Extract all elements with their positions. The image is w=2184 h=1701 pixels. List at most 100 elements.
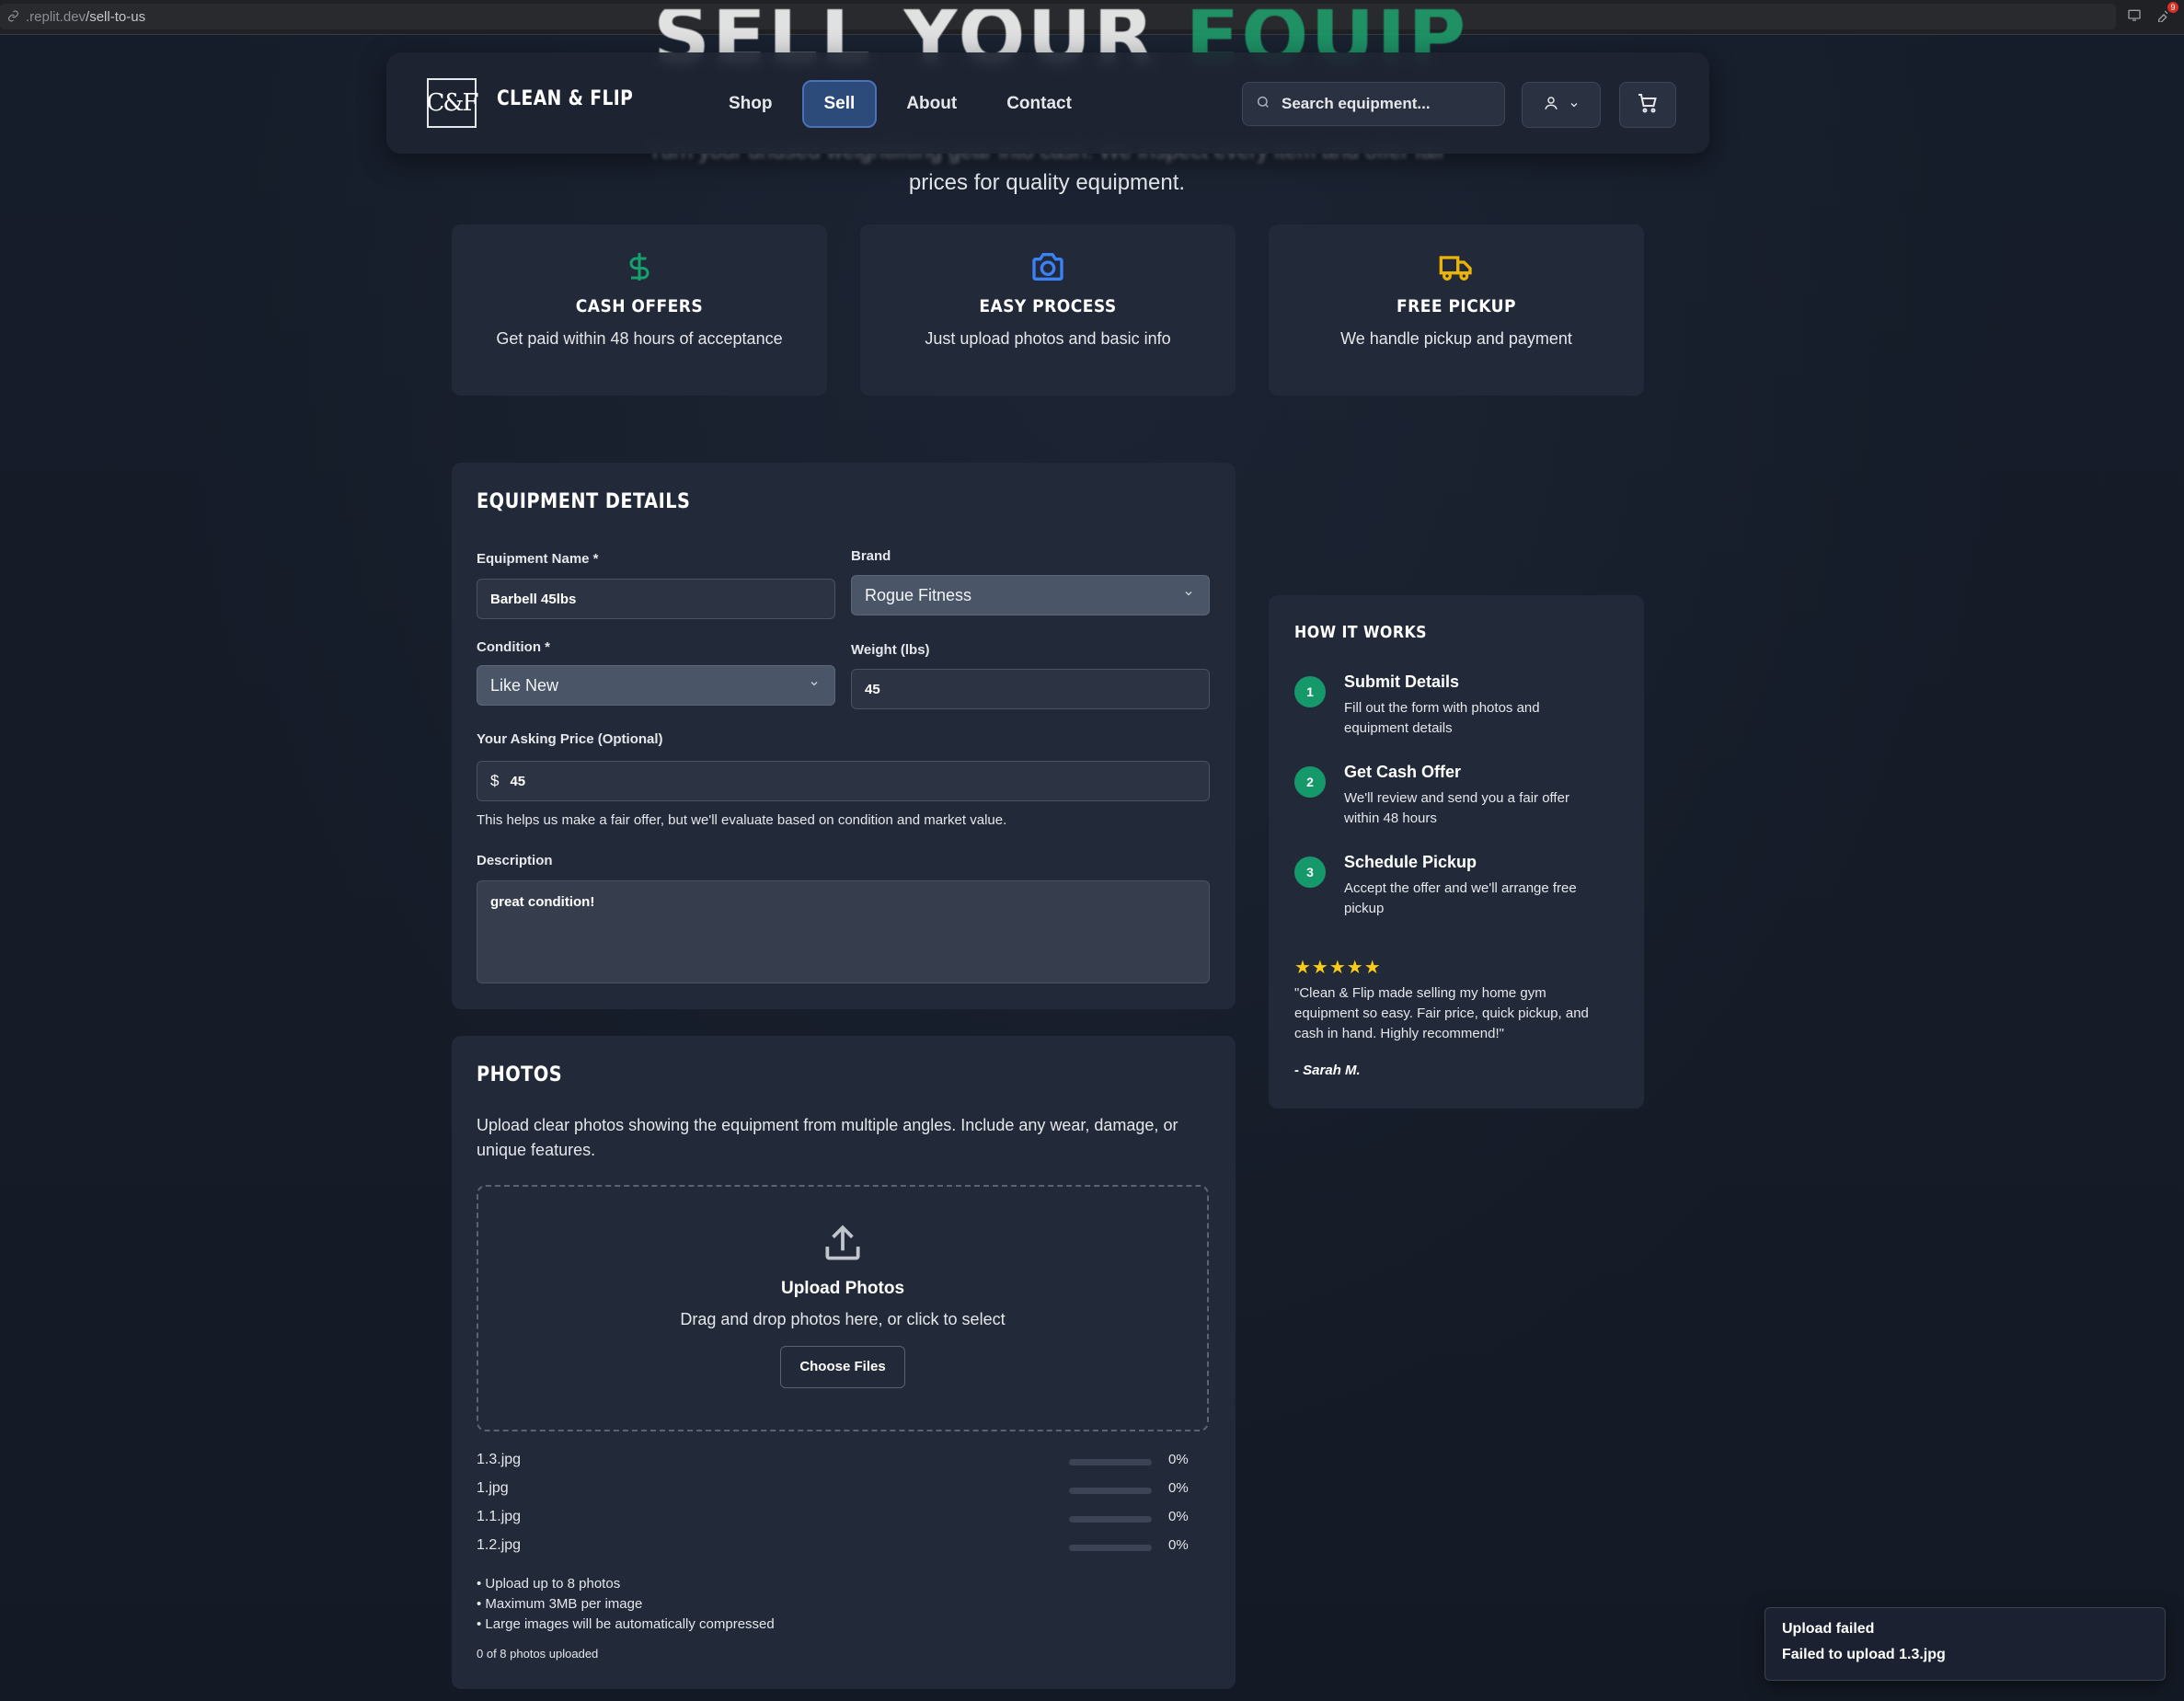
- cast-icon[interactable]: [2127, 7, 2145, 26]
- asking-price-value: 45: [510, 773, 526, 789]
- camera-icon: [860, 248, 1236, 285]
- asking-price-input[interactable]: $ 45: [477, 761, 1210, 801]
- currency-prefix: $: [490, 772, 500, 789]
- file-name: 1.jpg: [477, 1480, 509, 1496]
- equipment-name-input[interactable]: Barbell 45lbs: [477, 579, 835, 619]
- file-name: 1.2.jpg: [477, 1537, 522, 1553]
- search-icon: [1256, 95, 1270, 114]
- upload-icon: [478, 1220, 1207, 1266]
- feature-card-cash-offers: CASH OFFERS Get paid within 48 hours of …: [452, 224, 827, 396]
- feature-title: CASH OFFERS: [575, 296, 704, 316]
- search-input[interactable]: Search equipment...: [1242, 82, 1505, 126]
- description-label: Description: [477, 853, 553, 868]
- url-domain: .replit.dev: [26, 8, 86, 25]
- notification-badge: 9: [2167, 2, 2178, 13]
- file-name: 1.1.jpg: [477, 1509, 522, 1524]
- photos-panel: PHOTOS Upload clear photos showing the e…: [452, 1036, 1236, 1689]
- upload-percent: 0%: [1168, 1480, 1189, 1496]
- upload-failed-toast[interactable]: Upload failed Failed to upload 1.3.jpg: [1764, 1607, 2166, 1681]
- choose-files-button[interactable]: Choose Files: [780, 1346, 905, 1388]
- account-menu-button[interactable]: [1522, 82, 1601, 128]
- condition-select[interactable]: Like New: [477, 665, 835, 706]
- url-path: /sell-to-us: [86, 8, 146, 25]
- brand-name[interactable]: CLEAN & FLIP: [497, 87, 633, 110]
- photos-intro-line2: unique features.: [477, 1141, 596, 1159]
- nav-links: Shop Sell About Contact: [708, 80, 1101, 128]
- logo[interactable]: C&F: [426, 78, 479, 128]
- equipment-name-label: Equipment Name *: [477, 551, 599, 567]
- file-row: 1.jpg 0%: [477, 1478, 1189, 1502]
- nav-link-contact[interactable]: Contact: [986, 80, 1092, 128]
- feature-title: EASY PROCESS: [979, 296, 1117, 316]
- extension-icon[interactable]: 9: [2156, 2, 2178, 26]
- feature-card-free-pickup: FREE PICKUP We handle pickup and payment: [1269, 224, 1644, 396]
- upload-instructions: Drag and drop photos here, or click to s…: [680, 1310, 1006, 1328]
- how-it-works-panel: HOW IT WORKS 1 Submit Details Fill out t…: [1269, 595, 1644, 1109]
- feature-card-easy-process: EASY PROCESS Just upload photos and basi…: [860, 224, 1236, 396]
- upload-note: • Upload up to 8 photos: [477, 1576, 621, 1592]
- upload-percent: 0%: [1168, 1452, 1189, 1467]
- photo-dropzone[interactable]: Upload Photos Drag and drop photos here,…: [477, 1185, 1209, 1431]
- file-row: 1.1.jpg 0%: [477, 1507, 1189, 1531]
- upload-progress-bar: [1069, 1545, 1152, 1551]
- step-title: Get Cash Offer: [1344, 763, 1462, 781]
- chevron-down-icon: [809, 677, 820, 692]
- feature-desc: Get paid within 48 hours of acceptance: [496, 329, 783, 348]
- upload-progress-bar: [1069, 1459, 1152, 1465]
- upload-notes: • Upload up to 8 photos • Maximum 3MB pe…: [477, 1574, 775, 1635]
- equipment-details-panel: EQUIPMENT DETAILS Equipment Name * Barbe…: [452, 463, 1236, 1009]
- asking-price-help: This helps us make a fair offer, but we'…: [477, 812, 1007, 828]
- upload-note: • Large images will be automatically com…: [477, 1616, 775, 1632]
- nav-link-about[interactable]: About: [886, 80, 977, 128]
- testimonial-author: - Sarah M.: [1294, 1063, 1361, 1078]
- panel-title: EQUIPMENT DETAILS: [477, 490, 691, 513]
- photos-intro-line1: Upload clear photos showing the equipmen…: [477, 1116, 1178, 1134]
- panel-title: PHOTOS: [477, 1063, 563, 1086]
- upload-percent: 0%: [1168, 1537, 1189, 1553]
- step-title: Schedule Pickup: [1344, 853, 1477, 871]
- upload-progress-bar: [1069, 1488, 1152, 1494]
- file-name: 1.3.jpg: [477, 1452, 522, 1467]
- step-desc: Accept the offer and we'll arrange free …: [1344, 880, 1577, 916]
- file-row: 1.3.jpg 0%: [477, 1450, 1189, 1474]
- description-textarea[interactable]: great condition!: [477, 880, 1210, 983]
- testimonial-quote: "Clean & Flip made selling my home gym e…: [1294, 985, 1589, 1041]
- feature-title: FREE PICKUP: [1397, 296, 1516, 316]
- condition-select-value: Like New: [490, 675, 559, 695]
- upload-title: Upload Photos: [780, 1279, 905, 1298]
- photos-intro: Upload clear photos showing the equipmen…: [477, 1113, 1178, 1163]
- nav-link-sell[interactable]: Sell: [801, 80, 878, 128]
- search-placeholder: Search equipment...: [1282, 95, 1431, 112]
- nav-link-shop[interactable]: Shop: [708, 80, 793, 128]
- chevron-down-icon: [1569, 96, 1580, 115]
- photos-uploaded-counter: 0 of 8 photos uploaded: [477, 1647, 599, 1661]
- user-icon: [1543, 95, 1559, 116]
- panel-title: HOW IT WORKS: [1294, 623, 1428, 642]
- dollar-icon: [452, 248, 827, 285]
- step-number: 3: [1294, 856, 1326, 888]
- upload-percent: 0%: [1168, 1509, 1189, 1524]
- chevron-down-icon: [1183, 587, 1194, 602]
- brand-select-value: Rogue Fitness: [865, 585, 972, 604]
- weight-input[interactable]: 45: [851, 669, 1210, 709]
- weight-label: Weight (lbs): [851, 642, 930, 658]
- file-row: 1.2.jpg 0%: [477, 1535, 1189, 1559]
- step-desc: Fill out the form with photos and equipm…: [1344, 700, 1540, 736]
- cart-icon: [1637, 92, 1659, 119]
- brand-select[interactable]: Rogue Fitness: [851, 575, 1210, 615]
- feature-desc: Just upload photos and basic info: [925, 329, 1171, 348]
- step-number: 2: [1294, 766, 1326, 798]
- upload-progress-bar: [1069, 1516, 1152, 1523]
- step-title: Submit Details: [1344, 672, 1460, 691]
- hero-subtitle-line2: prices for quality equipment.: [908, 170, 1186, 195]
- toast-description: Failed to upload 1.3.jpg: [1782, 1647, 1946, 1662]
- toast-title: Upload failed: [1782, 1621, 1875, 1637]
- cart-button[interactable]: [1619, 82, 1676, 128]
- link-icon: [7, 10, 20, 23]
- asking-price-label: Your Asking Price (Optional): [477, 731, 663, 747]
- truck-icon: [1269, 248, 1644, 285]
- step-number: 1: [1294, 676, 1326, 707]
- main-navbar: C&F CLEAN & FLIP Shop Sell About Contact…: [386, 52, 1709, 154]
- rating-stars: ★★★★★: [1294, 958, 1382, 978]
- brand-label: Brand: [851, 548, 891, 564]
